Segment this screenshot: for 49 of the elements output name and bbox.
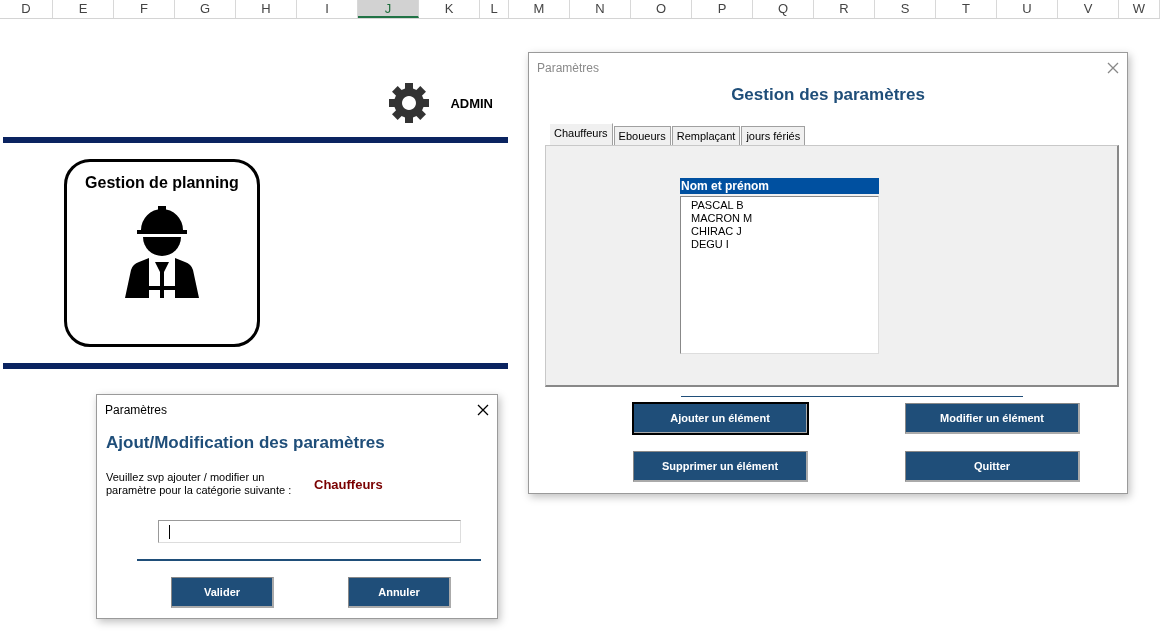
dialog-title: Paramètres bbox=[105, 403, 168, 417]
column-header[interactable]: R bbox=[814, 0, 875, 18]
action-button[interactable]: Supprimer un élément bbox=[633, 451, 808, 482]
dialog-heading: Gestion des paramètres bbox=[731, 85, 925, 104]
column-header[interactable]: T bbox=[936, 0, 997, 18]
list-header: Nom et prénom bbox=[680, 178, 879, 194]
tab[interactable]: jours fériés bbox=[741, 126, 806, 145]
column-header[interactable]: W bbox=[1119, 0, 1160, 18]
column-header[interactable]: U bbox=[997, 0, 1058, 18]
settings-icon[interactable] bbox=[388, 82, 431, 124]
tab[interactable]: Remplaçant bbox=[671, 126, 741, 145]
column-header[interactable]: P bbox=[692, 0, 753, 18]
action-button[interactable]: Annuler bbox=[348, 577, 451, 608]
column-header[interactable]: M bbox=[509, 0, 570, 18]
column-header[interactable]: O bbox=[631, 0, 692, 18]
column-header[interactable]: H bbox=[236, 0, 297, 18]
input-field[interactable] bbox=[158, 520, 461, 543]
column-header[interactable]: G bbox=[175, 0, 236, 18]
tile-title: Gestion de planning bbox=[85, 174, 239, 192]
list-item[interactable]: MACRON M bbox=[691, 212, 868, 225]
tab[interactable]: Chauffeurs bbox=[549, 123, 613, 145]
close-icon[interactable] bbox=[477, 404, 489, 416]
column-header[interactable]: E bbox=[53, 0, 114, 18]
tab[interactable]: Eboueurs bbox=[613, 126, 671, 145]
text-cursor-icon bbox=[169, 524, 170, 539]
planning-tile[interactable]: Gestion de planning bbox=[64, 159, 260, 347]
name-list[interactable]: PASCAL B MACRON M CHIRAC J DEGU I bbox=[680, 196, 879, 354]
list-item[interactable]: CHIRAC J bbox=[691, 225, 868, 238]
action-button[interactable]: Valider bbox=[171, 577, 274, 608]
dialog-title: Paramètres bbox=[537, 61, 600, 75]
column-header[interactable]: F bbox=[114, 0, 175, 18]
column-header[interactable]: J bbox=[358, 0, 419, 18]
action-button[interactable]: Ajouter un élément bbox=[633, 403, 808, 434]
column-header[interactable]: S bbox=[875, 0, 936, 18]
column-header[interactable]: D bbox=[0, 0, 53, 18]
dialog-heading: Ajout/Modification des paramètres bbox=[106, 433, 385, 452]
column-header[interactable]: K bbox=[419, 0, 480, 18]
column-header[interactable]: V bbox=[1058, 0, 1119, 18]
prompt-text: Veuillez svp ajouter / modifier un paramètre pour la catégorie suivante : bbox=[106, 471, 293, 497]
column-header[interactable]: Q bbox=[753, 0, 814, 18]
column-header[interactable]: L bbox=[480, 0, 509, 18]
list-item[interactable]: DEGU I bbox=[691, 238, 868, 251]
list-item[interactable]: PASCAL B bbox=[691, 199, 868, 212]
worker-icon bbox=[123, 206, 201, 298]
admin-label[interactable]: ADMIN bbox=[450, 95, 493, 111]
category-label: Chauffeurs bbox=[314, 476, 383, 492]
action-button[interactable]: Modifier un élément bbox=[905, 403, 1080, 434]
action-button[interactable]: Quitter bbox=[905, 451, 1080, 482]
column-header[interactable]: N bbox=[570, 0, 631, 18]
